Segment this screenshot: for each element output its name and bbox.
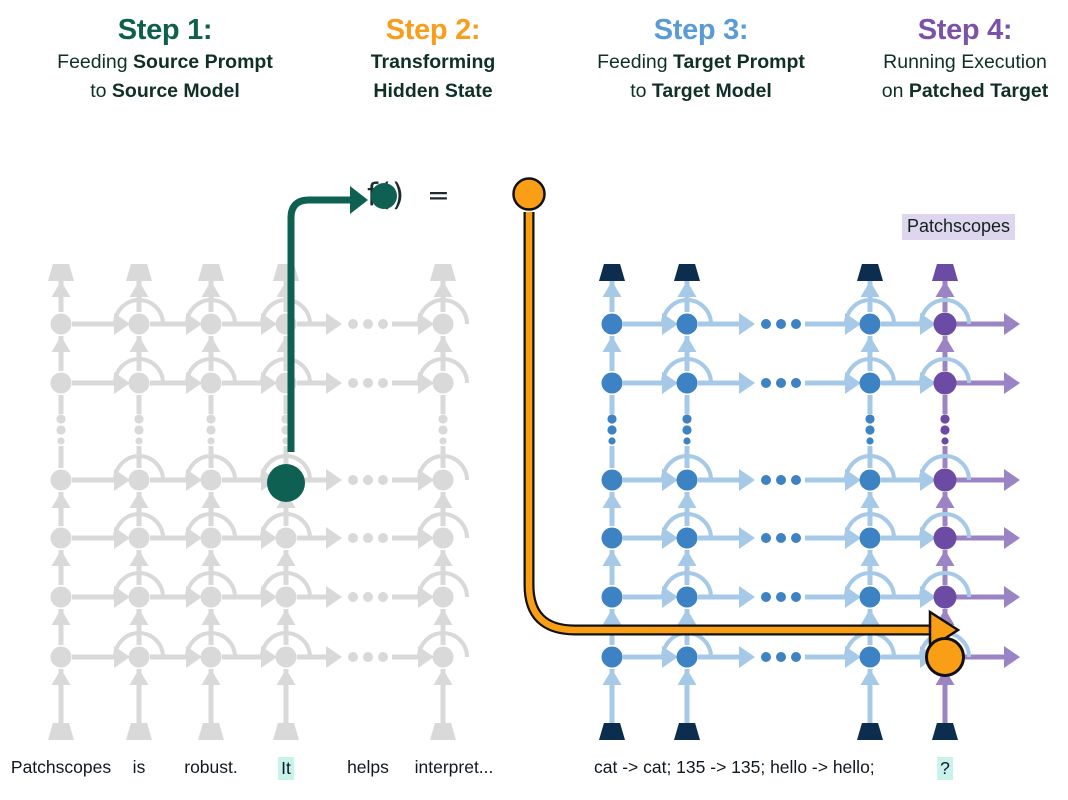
source-token: It	[278, 757, 294, 780]
source-token: Patchscopes	[10, 757, 112, 777]
source-transformer-grid	[48, 264, 469, 740]
target-token: cat -> cat; 135 -> 135; hello -> hello;	[594, 757, 875, 777]
source-token: helps	[347, 757, 389, 777]
source-token: is	[132, 757, 146, 777]
diagram-page: Step 1: Feeding Source Prompt to Source …	[0, 0, 1068, 800]
transformed-state-dot-icon	[512, 177, 546, 211]
source-token: interpret...	[414, 757, 494, 777]
hidden-state-patching-path	[523, 212, 961, 651]
source-token: robust.	[184, 757, 238, 777]
extracted-hidden-state-node	[267, 464, 305, 502]
target-token: ?	[937, 757, 953, 780]
patched-hidden-state-node	[925, 637, 965, 677]
transformer-diagram	[48, 177, 1020, 740]
